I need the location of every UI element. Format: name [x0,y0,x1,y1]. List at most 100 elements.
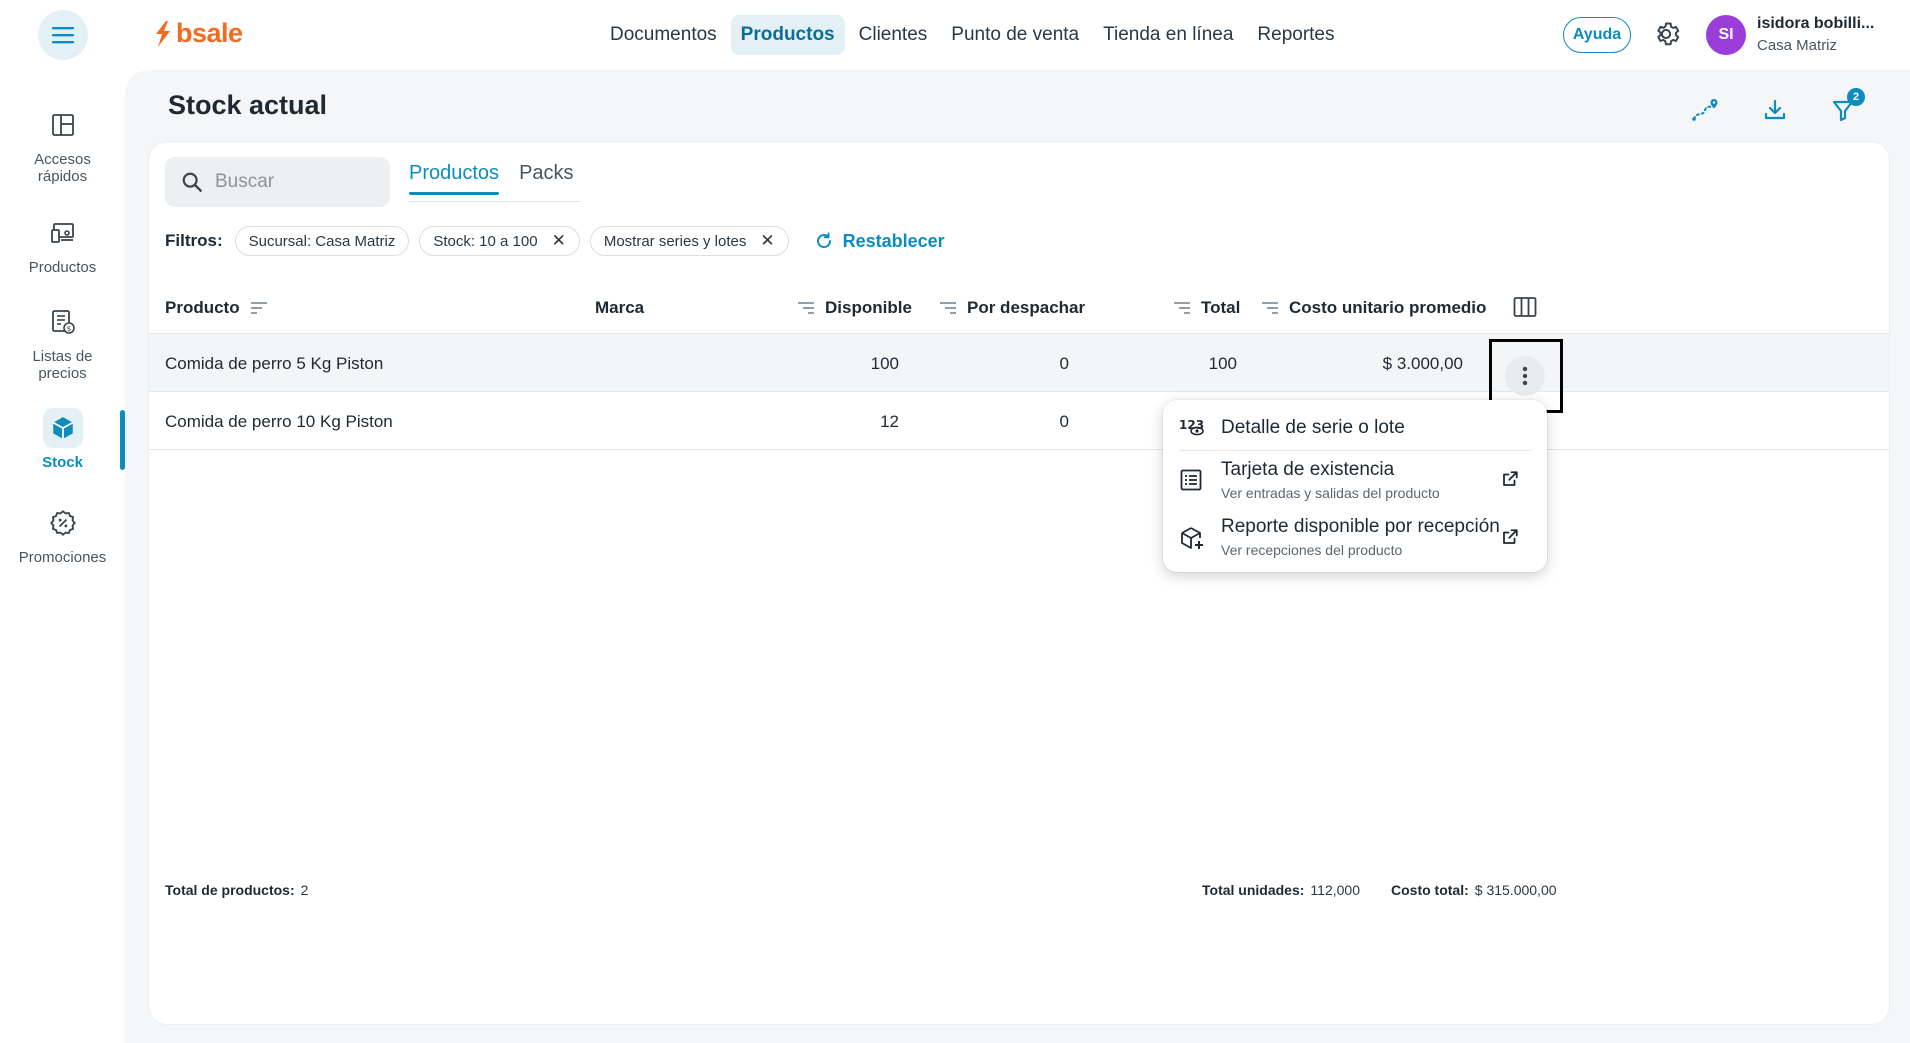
chip-label: Stock: 10 a 100 [433,232,538,250]
quick-access-icon [51,114,74,136]
user-avatar[interactable]: SI [1706,15,1746,55]
list-card-icon [1180,469,1202,491]
close-icon[interactable]: ✕ [760,231,774,251]
menu-item-subtitle: Ver recepciones del producto [1221,542,1403,558]
total-units-value: 112,000 [1310,882,1360,898]
row-actions-menu: 123 Detalle de serie o lote Tarjeta de e… [1163,400,1547,572]
chip-label: Mostrar series y lotes [603,232,747,250]
sort-icon [798,302,814,314]
svg-text:$: $ [66,325,70,333]
column-label: Marca [595,298,645,317]
sort-icon [1262,302,1278,314]
total-products: Total de productos: 2 [165,882,308,898]
sidebar-item-promociones[interactable]: Promociones [0,503,125,566]
nav-productos[interactable]: Productos [730,15,845,55]
bsale-logo[interactable]: bsale [154,18,243,49]
menu-item-detalle-serie-lote[interactable]: 123 Detalle de serie o lote [1163,400,1547,450]
cell-disponible: 12 [880,412,899,431]
cell-total: 100 [1208,354,1237,373]
search-icon [182,172,202,192]
cell-por-despachar: 0 [1059,354,1069,373]
reset-label: Restablecer [842,230,945,251]
column-label: Producto [165,298,240,317]
total-cost-value: $ 315.000,00 [1474,882,1557,898]
menu-divider [1179,450,1531,451]
reset-filters-button[interactable]: Restablecer [815,231,945,252]
filter-chip-series-lotes[interactable]: Mostrar series y lotes ✕ [589,226,789,256]
filters-bar: Filtros: Sucursal: Casa Matriz Stock: 10… [165,226,945,256]
tab-packs[interactable]: Packs [519,162,573,195]
total-cost: Costo total: $ 315.000,00 [1391,882,1557,898]
cell-costo: $ 3.000,00 [1382,354,1463,373]
sidebar-item-listas-de-precios[interactable]: $ Listas de precios [0,302,125,382]
main-nav: Documentos Productos Clientes Punto de v… [600,15,1345,55]
page-title: Stock actual [168,90,328,120]
stock-card: Productos Packs Filtros: Sucursal: Casa … [149,142,1889,1024]
more-vertical-icon [1522,366,1528,386]
col-total[interactable]: Total [1173,298,1240,318]
sidebar-item-label: Productos [28,259,97,276]
total-units-label: Total unidades: [1202,882,1305,898]
tab-productos[interactable]: Productos [409,162,500,195]
download-button[interactable] [1757,92,1793,128]
search-input[interactable] [215,171,375,193]
column-label: Costo unitario promedio [1289,298,1487,317]
chip-label: Sucursal: Casa Matriz [248,232,396,250]
columns-icon [1513,297,1537,317]
sidebar-item-label: Accesos rápidos [34,151,91,185]
columns-config-button[interactable] [1513,296,1537,318]
tabs: Productos Packs [409,162,574,195]
total-units: Total unidades: 112,000 [1202,882,1360,898]
cell-disponible: 100 [870,354,899,373]
table-row[interactable]: Comida de perro 5 Kg Piston 100 0 100 $ … [149,334,1889,392]
hamburger-icon [52,27,74,44]
sidebar-item-accesos-rapidos[interactable]: Accesos rápidos [0,105,125,185]
table-row[interactable]: Comida de perro 10 Kg Piston 12 0 [149,392,1889,450]
top-bar: bsale Documentos Productos Clientes Punt… [0,0,1910,70]
filter-chip-sucursal[interactable]: Sucursal: Casa Matriz [234,226,410,256]
route-button[interactable] [1687,92,1723,128]
external-link-icon [1503,529,1518,544]
col-marca[interactable]: Marca [595,298,644,318]
col-disponible[interactable]: Disponible [797,298,912,318]
sort-icon [940,302,956,314]
column-label: Por despachar [967,298,1086,317]
gear-icon [1657,22,1680,46]
sidebar-item-label: Stock [42,454,83,471]
menu-item-reporte-recepcion[interactable]: Reporte disponible por recepción Ver rec… [1163,510,1547,568]
hamburger-menu-button[interactable] [38,10,88,60]
filter-button[interactable]: 2 [1825,88,1865,128]
cell-producto: Comida de perro 5 Kg Piston [165,354,384,373]
promotions-icon [49,510,76,536]
route-icon [1692,99,1718,121]
filter-chip-stock[interactable]: Stock: 10 a 100 ✕ [419,226,580,256]
col-costo-unitario[interactable]: Costo unitario promedio [1261,298,1486,318]
nav-tienda-en-linea[interactable]: Tienda en línea [1093,15,1243,55]
search-box[interactable] [165,157,390,207]
nav-reportes[interactable]: Reportes [1247,15,1344,55]
col-producto[interactable]: Producto [165,298,268,318]
sort-icon [1174,302,1190,314]
total-products-label: Total de productos: [165,882,295,898]
user-branch: Casa Matriz [1757,37,1838,54]
help-button[interactable]: Ayuda [1563,17,1631,53]
serial-number-icon: 123 [1179,418,1204,436]
close-icon[interactable]: ✕ [552,231,566,251]
settings-button[interactable] [1652,20,1680,53]
menu-item-title: Detalle de serie o lote [1221,417,1405,438]
nav-punto-de-venta[interactable]: Punto de venta [941,15,1089,55]
row-actions-button[interactable] [1505,356,1545,396]
sidebar-item-stock[interactable]: Stock [0,408,125,471]
filters-label: Filtros: [165,231,223,250]
external-link-icon [1503,471,1518,486]
user-name[interactable]: isidora bobilli... [1757,15,1882,33]
nav-documentos[interactable]: Documentos [600,15,727,55]
nav-clientes[interactable]: Clientes [849,15,938,55]
logo-text: bsale [176,18,243,48]
col-por-despachar[interactable]: Por despachar [939,298,1085,318]
price-list-icon: $ [51,310,75,334]
menu-item-tarjeta-existencia[interactable]: Tarjeta de existencia Ver entradas y sal… [1163,452,1547,508]
cell-producto: Comida de perro 10 Kg Piston [165,412,393,431]
sidebar-item-productos[interactable]: Productos [0,213,125,276]
products-icon [50,223,74,243]
